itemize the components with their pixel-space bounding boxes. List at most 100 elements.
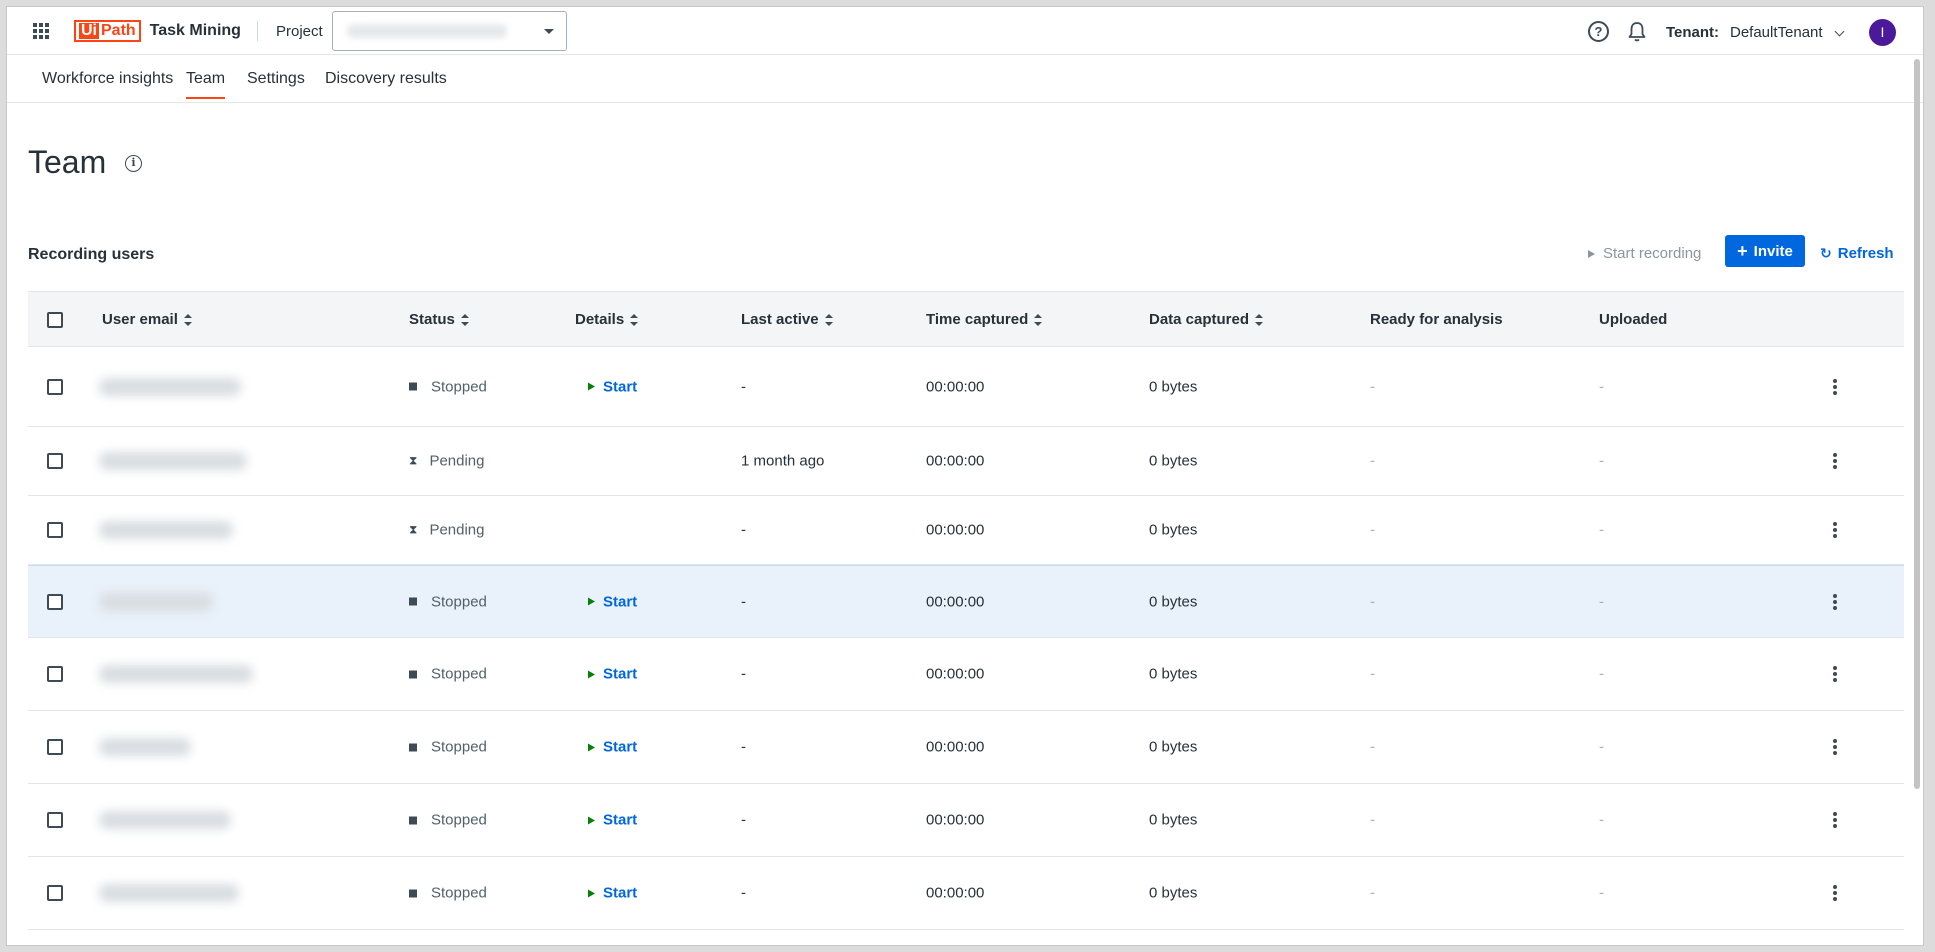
- row-checkbox[interactable]: [47, 593, 63, 610]
- status-text: Stopped: [431, 811, 487, 829]
- tab-workforce-insights[interactable]: Workforce insights: [42, 70, 173, 88]
- invite-button[interactable]: + Invite: [1725, 235, 1805, 267]
- play-icon: [588, 382, 595, 391]
- info-icon[interactable]: i: [125, 155, 142, 172]
- column-uploaded: Uploaded: [1599, 311, 1668, 328]
- row-checkbox[interactable]: [47, 812, 63, 828]
- project-dropdown[interactable]: [332, 11, 567, 51]
- uploaded-cell: -: [1599, 665, 1604, 683]
- time-captured-cell: 00:00:00: [926, 593, 985, 610]
- column-data-captured[interactable]: Data captured: [1149, 311, 1264, 328]
- status-text: Stopped: [431, 884, 487, 902]
- row-checkbox[interactable]: [47, 522, 63, 538]
- time-captured-cell: 00:00:00: [926, 665, 985, 683]
- chevron-down-icon[interactable]: [1834, 26, 1845, 37]
- status-cell: Stopped: [409, 885, 487, 902]
- table-row[interactable]: ⧗ Pending 1 month ago 00:00:00 0 bytes - -: [28, 427, 1904, 496]
- notifications-bell-icon[interactable]: [1627, 21, 1647, 43]
- column-user-email[interactable]: User email: [102, 311, 192, 328]
- row-checkbox[interactable]: [47, 739, 63, 755]
- table-row[interactable]: Stopped Start - 00:00:00 0 bytes - -: [28, 638, 1904, 711]
- help-icon[interactable]: ?: [1588, 21, 1609, 42]
- user-avatar[interactable]: I: [1869, 19, 1896, 46]
- user-email-redacted[interactable]: [99, 884, 239, 902]
- ready-for-analysis-cell: -: [1370, 811, 1375, 829]
- start-label: Start: [603, 884, 638, 902]
- status-cell: Stopped: [409, 666, 487, 683]
- user-email-redacted[interactable]: [99, 521, 233, 539]
- play-icon: [588, 743, 595, 751]
- status-text: Pending: [429, 521, 485, 539]
- row-checkbox[interactable]: [47, 378, 63, 395]
- app-launcher-icon[interactable]: [33, 23, 49, 39]
- tab-discovery-results[interactable]: Discovery results: [325, 70, 447, 88]
- play-icon: [588, 597, 595, 606]
- more-options-icon[interactable]: [1833, 453, 1837, 469]
- project-value-redacted: [347, 24, 507, 38]
- start-link[interactable]: Start: [588, 593, 637, 610]
- last-active-cell: -: [741, 378, 746, 395]
- start-label: Start: [603, 378, 638, 395]
- product-name: Task Mining: [149, 22, 241, 39]
- last-active-cell: -: [741, 665, 746, 683]
- table-row[interactable]: Stopped Start - 00:00:00 0 bytes - -: [28, 565, 1904, 638]
- data-captured-cell: 0 bytes: [1149, 738, 1198, 756]
- uploaded-cell: -: [1599, 738, 1604, 756]
- more-options-icon[interactable]: [1833, 522, 1837, 538]
- tab-team[interactable]: Team: [186, 70, 226, 99]
- play-icon: [588, 889, 595, 897]
- column-status[interactable]: Status: [409, 311, 469, 328]
- table-row[interactable]: Stopped Start - 00:00:00 0 bytes - -: [28, 784, 1904, 857]
- data-captured-cell: 0 bytes: [1149, 665, 1198, 683]
- time-captured-cell: 00:00:00: [926, 521, 985, 539]
- ready-for-analysis-cell: -: [1370, 884, 1375, 902]
- stopped-icon: [409, 889, 417, 897]
- tenant-selector[interactable]: DefaultTenant: [1730, 24, 1823, 41]
- start-link[interactable]: Start: [588, 812, 637, 829]
- more-options-icon[interactable]: [1833, 593, 1837, 610]
- stopped-icon: [409, 597, 417, 606]
- more-options-icon[interactable]: [1833, 812, 1837, 828]
- last-active-cell: -: [741, 521, 746, 539]
- user-email-redacted[interactable]: [99, 377, 241, 396]
- table-row[interactable]: Stopped Start - 00:00:00 0 bytes - -: [28, 857, 1904, 930]
- hourglass-icon: ⧗: [409, 453, 418, 468]
- table-row[interactable]: Stopped Start - 00:00:00 0 bytes - -: [28, 347, 1904, 427]
- column-last-active[interactable]: Last active: [741, 311, 833, 328]
- start-link[interactable]: Start: [588, 885, 637, 902]
- start-recording-button[interactable]: Start recording: [1588, 245, 1701, 262]
- data-captured-cell: 0 bytes: [1149, 452, 1198, 470]
- table-row[interactable]: ⧗ Pending - 00:00:00 0 bytes - -: [28, 496, 1904, 565]
- more-options-icon[interactable]: [1833, 378, 1837, 395]
- user-email-redacted[interactable]: [99, 452, 247, 470]
- more-options-icon[interactable]: [1833, 739, 1837, 755]
- user-email-redacted[interactable]: [99, 738, 191, 756]
- status-cell: Stopped: [409, 593, 487, 610]
- page-scrollbar[interactable]: [1914, 59, 1920, 789]
- nav-tabs: Workforce insights Team Settings Discove…: [7, 55, 1923, 103]
- start-link[interactable]: Start: [588, 739, 637, 756]
- user-email-redacted[interactable]: [99, 811, 231, 829]
- time-captured-cell: 00:00:00: [926, 738, 985, 756]
- more-options-icon[interactable]: [1833, 885, 1837, 901]
- sort-icon: [824, 313, 833, 326]
- user-email-redacted[interactable]: [99, 592, 213, 611]
- tab-settings[interactable]: Settings: [247, 70, 305, 88]
- column-time-captured[interactable]: Time captured: [926, 311, 1043, 328]
- user-email-redacted[interactable]: [99, 665, 253, 683]
- sort-icon: [630, 313, 639, 326]
- table-row[interactable]: Stopped Start - 00:00:00 0 bytes - -: [28, 711, 1904, 784]
- row-checkbox[interactable]: [47, 885, 63, 901]
- row-checkbox[interactable]: [47, 666, 63, 682]
- last-active-cell: -: [741, 593, 746, 610]
- data-captured-cell: 0 bytes: [1149, 378, 1198, 395]
- uipath-logo[interactable]: Ui Path Task Mining: [74, 20, 241, 42]
- start-link[interactable]: Start: [588, 666, 637, 683]
- more-options-icon[interactable]: [1833, 666, 1837, 682]
- row-checkbox[interactable]: [47, 453, 63, 469]
- select-all-checkbox[interactable]: [47, 312, 63, 328]
- column-details[interactable]: Details: [575, 311, 639, 328]
- time-captured-cell: 00:00:00: [926, 811, 985, 829]
- start-link[interactable]: Start: [588, 378, 637, 395]
- refresh-button[interactable]: ↻ Refresh: [1820, 245, 1894, 262]
